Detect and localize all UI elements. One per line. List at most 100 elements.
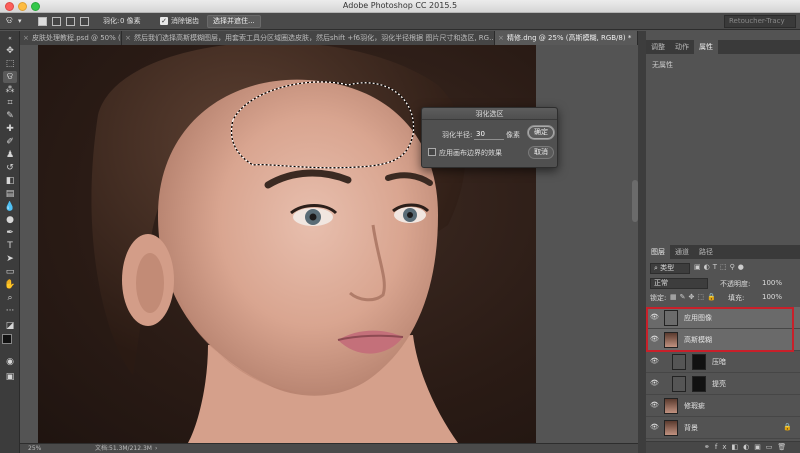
zoom-tool-icon[interactable]: ⌕ xyxy=(3,292,17,304)
select-and-mask-button[interactable]: 选择并遮住... xyxy=(207,15,261,28)
tab-actions[interactable]: 动作 xyxy=(670,40,694,54)
dodge-tool-icon[interactable]: ● xyxy=(3,214,17,226)
ok-button[interactable]: 确定 xyxy=(528,126,554,139)
eye-icon[interactable]: 👁 xyxy=(650,423,659,432)
subtract-from-selection-icon[interactable] xyxy=(66,17,75,26)
layer-name[interactable]: 压暗 xyxy=(712,357,726,367)
pen-tool-icon[interactable]: ✒ xyxy=(3,227,17,239)
tab-properties[interactable]: 属性 xyxy=(694,40,718,54)
opacity-label: 不透明度: xyxy=(720,280,751,288)
close-icon[interactable]: × xyxy=(498,31,504,45)
layer-thumbnail xyxy=(672,354,686,370)
opacity-input[interactable]: 100% xyxy=(762,279,782,287)
canvas-bounds-checkbox[interactable] xyxy=(428,148,436,156)
window-titlebar: Adobe Photoshop CC 2015.5 xyxy=(0,0,800,13)
brush-tool-icon[interactable]: ✐ xyxy=(3,136,17,148)
options-bar: ଡ ▾ 羽化: 0 像素 ✓ 消除锯齿 选择并遮住... Retoucher-T… xyxy=(0,13,800,30)
layer-thumbnail xyxy=(664,420,678,436)
tab-paths[interactable]: 路径 xyxy=(694,245,718,259)
right-panel-column: 调整 动作 属性 无属性 图层 通道 路径 ⌕ 类型 ▣◐T⬚⚲● 正常 不透明… xyxy=(638,31,800,453)
marquee-tool-icon[interactable]: ⬚ xyxy=(3,58,17,70)
shape-tool-icon[interactable]: ▭ xyxy=(3,266,17,278)
path-selection-tool-icon[interactable]: ➤ xyxy=(3,253,17,265)
workspace-switcher[interactable]: Retoucher-Tracy xyxy=(724,15,796,28)
close-icon[interactable]: × xyxy=(23,31,29,45)
tab-channels[interactable]: 通道 xyxy=(670,245,694,259)
layers-panel-tabs: 图层 通道 路径 xyxy=(646,245,800,259)
layer-mask-thumbnail xyxy=(692,376,706,392)
layer-mask-thumbnail xyxy=(692,354,706,370)
quick-mask-icon[interactable]: ◉ xyxy=(3,356,17,368)
antialias-label: 消除锯齿 xyxy=(171,17,199,25)
document-size[interactable]: 文档:51.3M/212.3M xyxy=(95,444,152,453)
canvas-area[interactable] xyxy=(20,45,638,443)
feather-input[interactable]: 0 像素 xyxy=(120,16,150,27)
eraser-tool-icon[interactable]: ◧ xyxy=(3,175,17,187)
layer-thumbnail xyxy=(664,398,678,414)
cancel-button[interactable]: 取消 xyxy=(528,146,554,159)
eyedropper-tool-icon[interactable]: ✎ xyxy=(3,110,17,122)
history-brush-tool-icon[interactable]: ↺ xyxy=(3,162,17,174)
zoom-level[interactable]: 25% xyxy=(28,444,41,453)
foreground-color-swatch[interactable] xyxy=(2,334,12,344)
lasso-tool-preset-icon[interactable]: ଡ xyxy=(6,16,13,27)
hand-tool-icon[interactable]: ✋ xyxy=(3,279,17,291)
type-tool-icon[interactable]: T xyxy=(3,240,17,252)
tab-layers[interactable]: 图层 xyxy=(646,245,670,259)
healing-brush-tool-icon[interactable]: ✚ xyxy=(3,123,17,135)
no-properties-label: 无属性 xyxy=(652,61,673,69)
eye-icon[interactable]: 👁 xyxy=(650,401,659,410)
clone-stamp-tool-icon[interactable]: ♟ xyxy=(3,149,17,161)
dialog-title: 羽化选区 xyxy=(422,108,557,120)
add-to-selection-icon[interactable] xyxy=(52,17,61,26)
quick-select-tool-icon[interactable]: ⁂ xyxy=(3,84,17,96)
gradient-tool-icon[interactable]: ▤ xyxy=(3,188,17,200)
antialias-checkbox[interactable]: ✓ xyxy=(160,17,168,25)
default-colors-icon[interactable]: ◪ xyxy=(3,320,17,332)
crop-tool-icon[interactable]: ⌗ xyxy=(3,97,17,109)
eye-icon[interactable]: 👁 xyxy=(650,357,659,366)
tab-retouch-dng[interactable]: × 精修.dng @ 25% (高斯模糊, RGB/8) * xyxy=(495,31,638,45)
app-title: Adobe Photoshop CC 2015.5 xyxy=(342,1,458,10)
status-arrow-icon[interactable]: › xyxy=(155,444,157,453)
screen-mode-icon[interactable]: ▣ xyxy=(3,371,17,383)
layer-row[interactable]: 👁 提亮 xyxy=(646,373,800,395)
document-tabs: × 皮肤处理教程.psd @ 50% ( × 然后我们选择高斯模糊图层，用套索工… xyxy=(20,31,638,45)
collapsed-panel-strip xyxy=(638,31,646,453)
layer-row[interactable]: 👁 修瑕疵 xyxy=(646,395,800,417)
layer-name[interactable]: 背景 xyxy=(684,423,698,433)
lock-icons[interactable]: ▦✎✥⬚🔒 xyxy=(670,293,719,301)
layer-name[interactable]: 提亮 xyxy=(712,379,726,389)
tab-adjustments[interactable]: 调整 xyxy=(646,40,670,54)
lasso-tool-icon[interactable]: ଡ xyxy=(3,71,17,83)
properties-panel-tabs: 调整 动作 属性 xyxy=(646,40,800,54)
layer-name[interactable]: 修瑕疵 xyxy=(684,401,705,411)
tab-skin-tutorial[interactable]: × 皮肤处理教程.psd @ 50% ( xyxy=(20,31,122,45)
layer-row[interactable]: 👁 压暗 xyxy=(646,351,800,373)
lock-icon: 🔒 xyxy=(783,423,792,431)
lock-label: 锁定: xyxy=(650,294,667,302)
layer-thumbnail xyxy=(672,376,686,392)
more-tools-icon[interactable]: ··· xyxy=(3,305,17,317)
close-icon[interactable]: × xyxy=(125,31,131,45)
fill-input[interactable]: 100% xyxy=(762,293,782,301)
portrait-photo[interactable] xyxy=(38,45,536,443)
blur-tool-icon[interactable]: 💧 xyxy=(3,201,17,213)
layer-filter-icons[interactable]: ▣◐T⬚⚲● xyxy=(694,263,747,271)
radius-unit-label: 像素 xyxy=(506,131,520,139)
feather-radius-input[interactable]: 30 xyxy=(474,128,504,140)
layers-footer-toolbar[interactable]: ⚭fx◧◐▣▭🗑 xyxy=(646,441,800,453)
collapse-toolbar-icon[interactable]: « xyxy=(3,33,17,45)
status-bar: 25% 文档:51.3M/212.3M › xyxy=(20,443,638,453)
move-tool-icon[interactable]: ✥ xyxy=(3,45,17,57)
tab-instructions[interactable]: × 然后我们选择高斯模糊图层，用套索工具分区域圈选皮肤，然后shift +f6羽… xyxy=(122,31,495,45)
layer-row[interactable]: 👁 背景 🔒 xyxy=(646,417,800,439)
blend-mode-select[interactable]: 正常 xyxy=(650,278,708,289)
chevron-down-icon[interactable]: ▾ xyxy=(18,16,22,27)
eye-icon[interactable]: 👁 xyxy=(650,379,659,388)
intersect-selection-icon[interactable] xyxy=(80,17,89,26)
layer-kind-filter[interactable]: ⌕ 类型 xyxy=(650,263,690,274)
feather-label: 羽化: xyxy=(103,17,120,25)
tools-panel: « ✥ ⬚ ଡ ⁂ ⌗ ✎ ✚ ✐ ♟ ↺ ◧ ▤ 💧 ● ✒ T ➤ ▭ ✋ … xyxy=(0,31,20,453)
new-selection-icon[interactable] xyxy=(38,17,47,26)
